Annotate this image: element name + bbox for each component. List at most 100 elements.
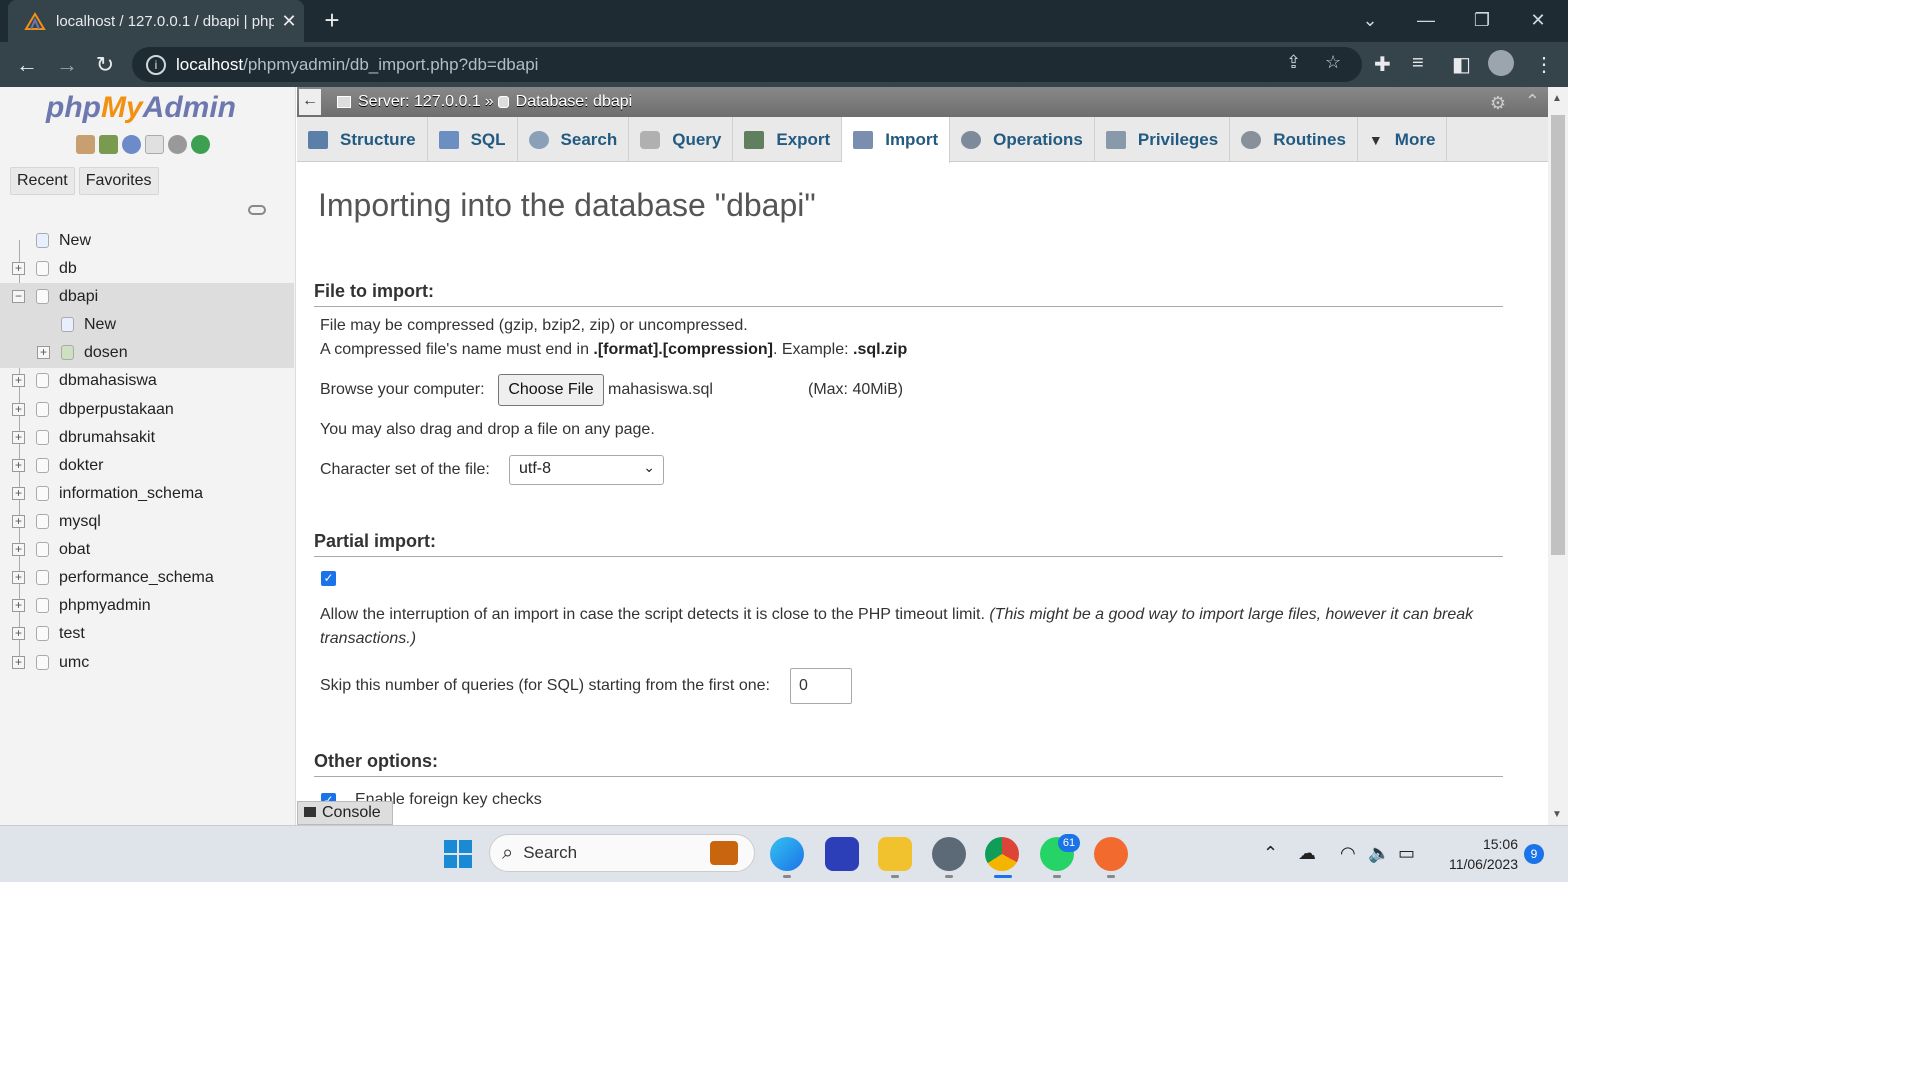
tab-import[interactable]: Import	[842, 117, 951, 163]
tree-item-new-table[interactable]: New	[0, 311, 294, 339]
edge-icon[interactable]	[770, 837, 804, 871]
reload-navigation-icon[interactable]	[191, 135, 210, 154]
expand-icon[interactable]: +	[12, 459, 25, 472]
expand-icon[interactable]: +	[12, 515, 25, 528]
help-icon[interactable]	[122, 135, 141, 154]
tab-search-chevron-icon[interactable]: ⌄	[1350, 6, 1390, 34]
console-toggle[interactable]: Console	[297, 801, 393, 825]
profile-avatar[interactable]	[1488, 50, 1514, 76]
tree-item-dbrumahsakit[interactable]: + dbrumahsakit	[0, 424, 294, 452]
expand-icon[interactable]: +	[12, 403, 25, 416]
restore-button[interactable]: ❐	[1462, 6, 1502, 34]
expand-icon[interactable]: +	[37, 346, 50, 359]
scroll-down-icon[interactable]: ▼	[1552, 809, 1562, 820]
tree-item-new[interactable]: New	[0, 227, 294, 255]
tab-sql[interactable]: SQL	[428, 117, 518, 162]
taskbar-search[interactable]: ⌕ Search	[489, 834, 755, 872]
tab-search[interactable]: Search	[518, 117, 630, 162]
tab-operations[interactable]: Operations	[950, 117, 1095, 162]
link-with-main-panel-icon[interactable]	[248, 205, 266, 215]
breadcrumb-server[interactable]: Server: 127.0.0.1	[358, 93, 481, 111]
scroll-up-icon[interactable]: ▲	[1552, 93, 1562, 104]
allow-interrupt-checkbox[interactable]: ✓	[321, 571, 336, 586]
clock[interactable]: 15:06 11/06/2023	[1438, 834, 1518, 874]
tree-item-db[interactable]: + db	[0, 255, 294, 283]
tree-item-performance-schema[interactable]: + performance_schema	[0, 564, 294, 592]
expand-icon[interactable]: +	[12, 487, 25, 500]
expand-icon[interactable]: +	[12, 627, 25, 640]
browser-menu-icon[interactable]: ⋮	[1534, 52, 1554, 77]
tree-item-dbapi[interactable]: − dbapi	[0, 283, 294, 311]
expand-icon[interactable]: +	[12, 656, 25, 669]
expand-icon[interactable]: +	[12, 543, 25, 556]
charset-select[interactable]: utf-8 ⌄	[509, 455, 664, 485]
favorites-tab[interactable]: Favorites	[78, 167, 159, 195]
tree-item-dbmahasiswa[interactable]: + dbmahasiswa	[0, 367, 294, 395]
visual-studio-icon[interactable]	[825, 837, 859, 871]
phpmyadmin-logo[interactable]: phpMyAdmin	[46, 91, 236, 125]
skip-queries-input[interactable]: 0	[790, 668, 852, 704]
logout-icon[interactable]	[99, 135, 118, 154]
tree-item-dokter[interactable]: + dokter	[0, 452, 294, 480]
close-window-button[interactable]: ✕	[1518, 6, 1558, 34]
choose-file-button[interactable]: Choose File	[498, 374, 604, 406]
documentation-icon[interactable]	[145, 135, 164, 154]
collapse-icon[interactable]: −	[12, 290, 25, 303]
expand-icon[interactable]: +	[12, 431, 25, 444]
compression-format-hint: A compressed file's name must end in .[f…	[320, 341, 908, 358]
browser-tab[interactable]: localhost / 127.0.0.1 / dbapi | php ✕	[8, 0, 304, 42]
page-scrollbar[interactable]: ▲ ▼	[1548, 87, 1568, 825]
forward-button[interactable]: →	[52, 50, 82, 80]
tab-structure[interactable]: Structure	[297, 117, 428, 162]
tab-query[interactable]: Query	[629, 117, 734, 162]
collapse-navigation-icon[interactable]: ←	[299, 89, 321, 115]
media-queue-icon[interactable]: ≡	[1412, 52, 1424, 75]
scrollbar-thumb[interactable]	[1551, 115, 1565, 555]
file-explorer-icon[interactable]	[878, 837, 912, 871]
side-panel-icon[interactable]: ◧	[1452, 52, 1471, 77]
site-info-icon[interactable]: i	[146, 54, 166, 75]
pen-app-icon[interactable]	[1094, 837, 1128, 871]
breadcrumb-database[interactable]: Database: dbapi	[516, 93, 633, 111]
windows-start-icon[interactable]	[444, 840, 472, 868]
volume-icon[interactable]: 🔈	[1368, 843, 1390, 864]
tab-routines[interactable]: Routines	[1230, 117, 1358, 162]
expand-icon[interactable]: +	[12, 571, 25, 584]
url-field[interactable]: i localhost/phpmyadmin/db_import.php?db=…	[132, 47, 1362, 82]
extensions-puzzle-icon[interactable]: ✚	[1374, 52, 1391, 77]
tree-item-test[interactable]: + test	[0, 620, 294, 648]
tree-item-dbperpustakaan[interactable]: + dbperpustakaan	[0, 396, 294, 424]
home-icon[interactable]	[76, 135, 95, 154]
chrome-icon[interactable]	[985, 837, 1019, 871]
expand-icon[interactable]: +	[12, 374, 25, 387]
tree-item-obat[interactable]: + obat	[0, 536, 294, 564]
share-icon[interactable]: ⇪	[1286, 52, 1301, 73]
minimize-button[interactable]: —	[1406, 6, 1446, 34]
battery-icon[interactable]: ▭	[1398, 843, 1415, 864]
close-tab-icon[interactable]: ✕	[274, 11, 304, 32]
show-hidden-icons-chevron-icon[interactable]: ⌃	[1263, 843, 1278, 864]
notification-badge[interactable]: 9	[1524, 844, 1544, 864]
tab-export[interactable]: Export	[733, 117, 843, 162]
tree-item-mysql[interactable]: + mysql	[0, 508, 294, 536]
tree-item-dosen[interactable]: + dosen	[0, 339, 294, 367]
page-settings-gear-icon[interactable]: ⚙	[1490, 93, 1506, 114]
expand-icon[interactable]: +	[12, 262, 25, 275]
new-tab-button[interactable]: +	[318, 6, 346, 34]
running-indicator	[1053, 875, 1061, 878]
wifi-icon[interactable]: ◠	[1340, 843, 1356, 864]
tree-item-information-schema[interactable]: + information_schema	[0, 480, 294, 508]
tab-more[interactable]: ▼ More	[1358, 117, 1448, 162]
bookmark-star-icon[interactable]: ☆	[1325, 52, 1341, 73]
settings-gear-icon[interactable]	[168, 135, 187, 154]
onedrive-cloud-icon[interactable]: ☁	[1298, 843, 1316, 864]
collapse-topbar-icon[interactable]: ⌃	[1525, 91, 1540, 112]
recent-tab[interactable]: Recent	[10, 167, 75, 195]
reload-button[interactable]: ↻	[90, 50, 120, 80]
back-button[interactable]: ←	[12, 50, 42, 80]
tree-item-umc[interactable]: + umc	[0, 649, 294, 677]
settings-icon[interactable]	[932, 837, 966, 871]
tab-privileges[interactable]: Privileges	[1095, 117, 1231, 162]
expand-icon[interactable]: +	[12, 599, 25, 612]
tree-item-phpmyadmin[interactable]: + phpmyadmin	[0, 592, 294, 620]
